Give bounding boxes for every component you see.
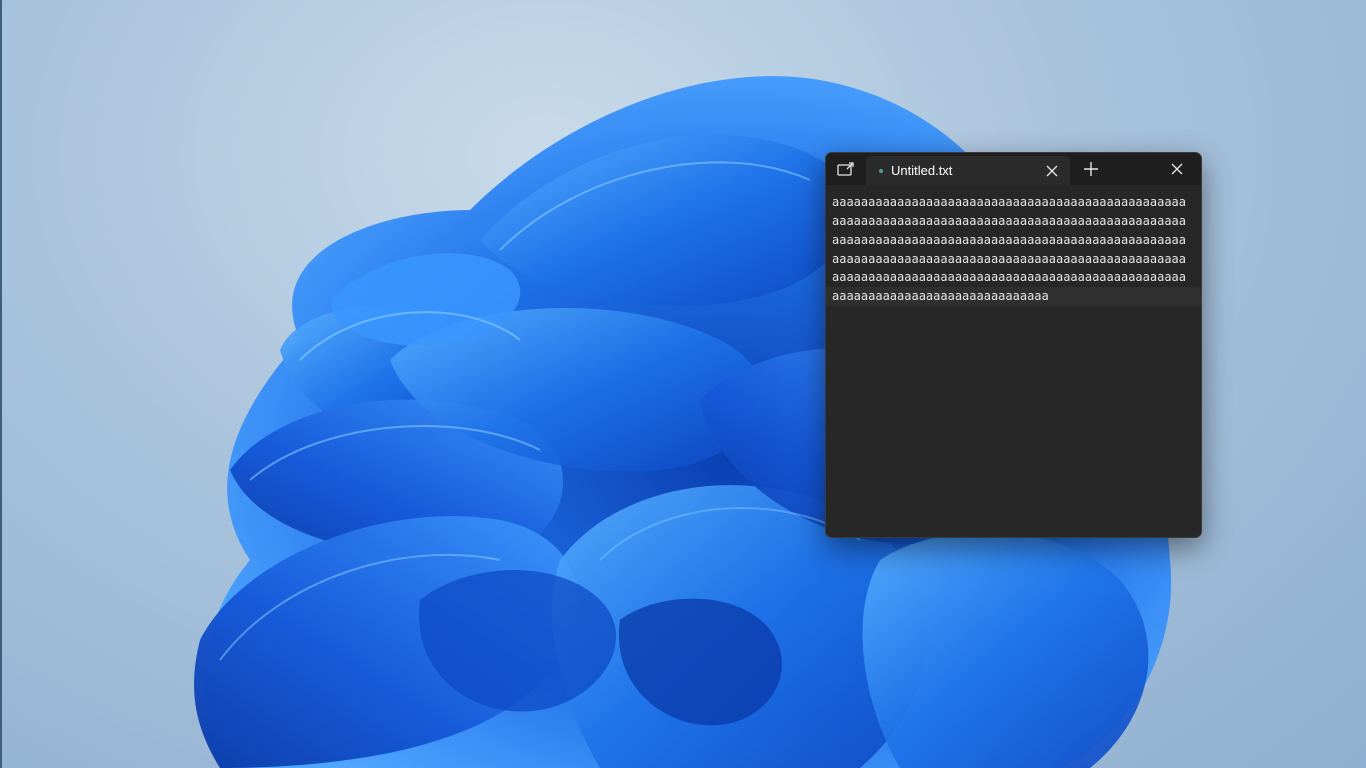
- title-bar[interactable]: Untitled.txt: [826, 153, 1201, 185]
- desktop: Untitled.txt aaaaaaaaaaaaaaaaaaaaaaaaaaa…: [0, 0, 1366, 768]
- text-line: aaaaaaaaaaaaaaaaaaaaaaaaaaaaaaaaaaaaaaaa…: [832, 252, 1187, 266]
- plus-icon: [1084, 162, 1098, 176]
- text-line: aaaaaaaaaaaaaaaaaaaaaaaaaaaaaaaaaaaaaaaa…: [832, 270, 1187, 284]
- notepad-window: Untitled.txt aaaaaaaaaaaaaaaaaaaaaaaaaaa…: [825, 152, 1202, 538]
- tab-title: Untitled.txt: [891, 163, 953, 178]
- tab-close-button[interactable]: [1043, 162, 1061, 180]
- text-line: aaaaaaaaaaaaaaaaaaaaaaaaaaaaaaaaaaaaaaaa…: [832, 214, 1187, 228]
- text-line-current: aaaaaaaaaaaaaaaaaaaaaaaaaaaaaa: [826, 287, 1201, 306]
- compact-overlay-icon: [837, 162, 854, 176]
- window-close-button[interactable]: [1164, 157, 1190, 181]
- tab-untitled[interactable]: Untitled.txt: [866, 156, 1070, 185]
- compact-overlay-button[interactable]: [832, 156, 860, 182]
- new-tab-button[interactable]: [1080, 157, 1102, 181]
- close-icon: [1046, 165, 1058, 177]
- unsaved-dot-icon: [879, 169, 883, 173]
- text-line: aaaaaaaaaaaaaaaaaaaaaaaaaaaaaaaaaaaaaaaa…: [832, 195, 1187, 209]
- text-line: aaaaaaaaaaaaaaaaaaaaaaaaaaaaaaaaaaaaaaaa…: [832, 233, 1187, 247]
- text-editor[interactable]: aaaaaaaaaaaaaaaaaaaaaaaaaaaaaaaaaaaaaaaa…: [826, 185, 1201, 537]
- close-icon: [1171, 163, 1183, 175]
